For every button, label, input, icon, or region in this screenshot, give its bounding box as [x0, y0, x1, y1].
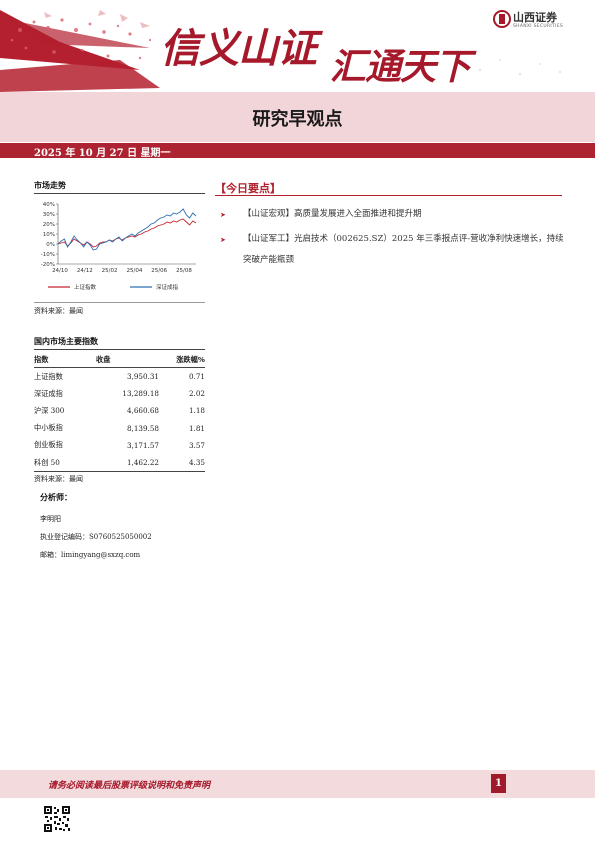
today-item[interactable]: 【山证宏观】高质量发展进入全面推进和提升期 [243, 204, 571, 225]
market-trend-heading: 市场走势 [34, 181, 66, 190]
legend-label: 上证指数 [74, 283, 97, 291]
today-heading: 【今日要点】 [215, 182, 281, 195]
footer-bar: 请务必阅读最后股票评级说明和免责声明 1 [0, 770, 595, 798]
y-tick-label: 40% [43, 202, 55, 208]
page-number: 1 [491, 774, 506, 793]
today-rule [215, 195, 562, 196]
series-line [57, 218, 197, 248]
title-bar: 研究早观点 [0, 92, 595, 142]
report-date: 2025 年 10 月 27 日 星期一 [34, 148, 171, 159]
slogan-part2: 汇通天下 [330, 46, 471, 88]
index-close: 8,139.58 [126, 423, 159, 433]
table-row: 上证指数 3,950.31 0.71 [34, 368, 205, 386]
index-name: 科创 50 [34, 453, 96, 473]
x-tick-label: 25/06 [151, 268, 167, 274]
series-line [57, 208, 197, 251]
x-tick-label: 25/02 [102, 268, 118, 274]
market-trend-rule [34, 193, 205, 194]
analyst-heading: 分析师： [40, 493, 72, 502]
index-name: 沪深 300 [34, 405, 65, 415]
bullet-arrow-icon: ➤ [220, 236, 226, 244]
analyst-license: 执业登记编码：S0760525050002 [40, 533, 152, 541]
table-row: 中小板指 8,139.58 1.81 [34, 420, 205, 437]
chart-source: 资料来源：最闻 [34, 307, 83, 315]
y-tick-label: 20% [43, 222, 55, 228]
index-change: 1.18 [188, 406, 205, 416]
index-name: 中小板指 [34, 423, 63, 433]
column-header-index: 指数 [34, 353, 96, 368]
page-title: 研究早观点 [252, 109, 343, 130]
slogan-part1: 信义山证 [160, 25, 317, 72]
y-tick-label: 0% [46, 242, 55, 248]
qr-code-icon [44, 806, 70, 832]
index-close: 1,462.22 [96, 453, 159, 473]
index-close: 3,171.57 [126, 440, 159, 450]
table-row: 创业板指 3,171.57 3.57 [34, 437, 205, 454]
column-header-change: 涨跌幅% [159, 353, 205, 368]
index-close: 3,950.31 [126, 372, 159, 382]
x-tick-label: 25/08 [176, 268, 192, 274]
index-change: 0.71 [188, 372, 205, 382]
x-tick-label: 24/10 [52, 268, 68, 274]
index-name: 上证指数 [34, 371, 63, 381]
today-item[interactable]: 【山证军工】光启技术（002625.SZ）2025 年三季报点评-营收净利快速增… [243, 229, 571, 271]
index-change: 2.02 [188, 389, 205, 399]
table-row: 深证成指 13,289.18 2.02 [34, 385, 205, 402]
index-change: 1.81 [188, 423, 205, 433]
x-tick-label: 25/04 [126, 268, 142, 274]
index-change: 3.57 [188, 440, 205, 450]
date-bar: 2025 年 10 月 27 日 星期一 [0, 143, 595, 159]
y-tick-label: -10% [41, 252, 55, 258]
index-change: 4.35 [159, 453, 205, 473]
index-name: 创业板指 [34, 440, 63, 450]
logo-subtitle: SHANXI SECURITIES [513, 24, 563, 29]
analyst-email[interactable]: 邮箱：limingyang@sxzq.com [40, 550, 140, 560]
market-trend-chart: 40%30%20%10%0%-10%-20%24/10 24/12 25/02 25/… [41, 202, 197, 291]
y-tick-label: 30% [43, 212, 55, 218]
analyst-name: 李明阳 [40, 515, 61, 523]
logo-mark-icon [493, 10, 511, 28]
index-close: 13,289.18 [122, 389, 159, 399]
chart-bottom-rule [34, 302, 205, 303]
market-table-heading: 国内市场主要指数 [34, 337, 98, 346]
table-row: 沪深 300 4,660.68 1.18 [34, 402, 205, 419]
market-table-top-rule [34, 349, 205, 350]
header-banner: 信义山证 汇通天下 山西证券 SHANXI SECURITIES [0, 0, 595, 92]
company-logo: 山西证券 SHANXI SECURITIES [493, 8, 573, 38]
index-close: 4,660.68 [126, 406, 159, 416]
logo-name: 山西证券 [513, 11, 557, 24]
column-header-close: 收盘 [96, 353, 159, 368]
table-header-row: 指数 收盘 涨跌幅% [34, 353, 205, 368]
x-tick-label: 24/12 [77, 268, 93, 274]
legend-label: 深证成指 [156, 283, 179, 291]
index-name: 深证成指 [34, 388, 63, 398]
table-source: 资料来源：最闻 [34, 475, 83, 483]
y-tick-label: 10% [43, 232, 55, 238]
table-row: 科创 50 1,462.22 4.35 [34, 453, 205, 473]
bullet-arrow-icon: ➤ [220, 211, 226, 219]
market-index-table: 指数 收盘 涨跌幅% 上证指数 3,950.31 0.71 深证成指 13,28… [34, 353, 205, 473]
disclaimer-text: 请务必阅读最后股票评级说明和免责声明 [48, 781, 211, 791]
